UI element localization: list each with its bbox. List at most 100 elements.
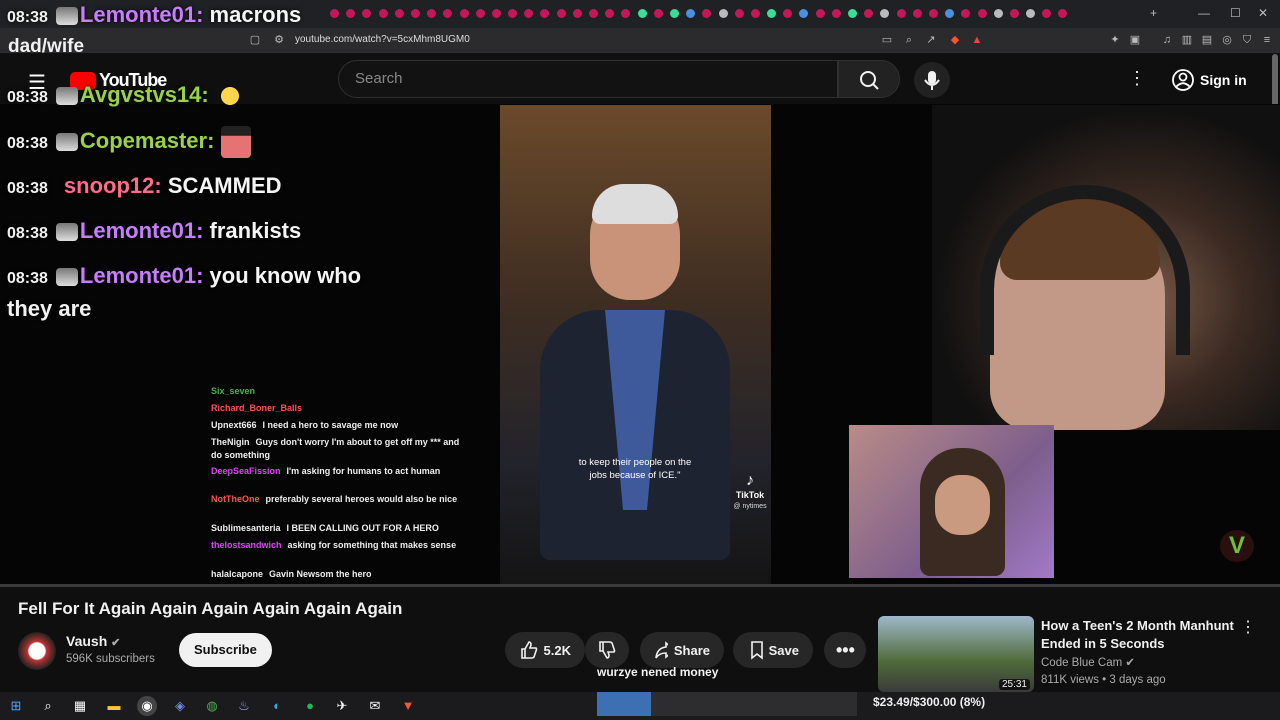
subscribe-button[interactable]: Subscribe — [179, 633, 272, 667]
tab-favicon-icon[interactable] — [540, 9, 550, 18]
tab-favicon-icon[interactable] — [799, 9, 809, 18]
maximize-icon[interactable]: ☐ — [1230, 6, 1241, 20]
obs-icon[interactable]: ◉ — [137, 696, 157, 716]
tab-favicon-icon[interactable] — [783, 9, 793, 18]
tab-favicon-icon[interactable] — [378, 9, 388, 18]
tab-favicon-icon[interactable] — [669, 9, 679, 18]
recommended-title[interactable]: How a Teen's 2 Month Manhunt Ended in 5 … — [1041, 617, 1236, 653]
share-button[interactable]: Share — [640, 632, 724, 668]
tab-favicon-icon[interactable] — [491, 9, 501, 18]
tab-favicon-icon[interactable] — [589, 9, 598, 18]
tab-favicon-icon[interactable] — [508, 9, 518, 18]
discord-icon[interactable]: ◈ — [170, 696, 190, 716]
tab-favicon-icon[interactable] — [1026, 9, 1036, 18]
windows-start-icon[interactable]: ⊞ — [6, 696, 26, 716]
tab-favicon-icon[interactable] — [427, 9, 437, 18]
tab-favicon-icon[interactable] — [815, 9, 825, 18]
share-page-icon[interactable]: ↗ — [924, 33, 938, 47]
recommended-more-icon[interactable]: ⋮ — [1240, 617, 1256, 637]
chat-timestamp: 08:38 — [7, 134, 48, 152]
close-icon[interactable]: ✕ — [1258, 6, 1268, 20]
more-actions-button[interactable]: ••• — [824, 632, 866, 668]
save-button[interactable]: Save — [733, 632, 813, 668]
task-view-icon[interactable]: ▦ — [70, 696, 90, 716]
tab-favicon-icon[interactable] — [912, 9, 922, 18]
minimize-icon[interactable]: — — [1198, 6, 1210, 20]
tab-favicon-icon[interactable] — [831, 9, 841, 18]
chrome-icon[interactable]: ◍ — [202, 696, 222, 716]
menu-icon[interactable]: ≡ — [1260, 33, 1274, 47]
file-explorer-icon[interactable]: ▬ — [104, 696, 124, 716]
zoom-icon[interactable]: ⌕ — [902, 33, 916, 47]
tab-favicon-icon[interactable] — [410, 9, 420, 18]
tab-favicon-icon[interactable] — [896, 9, 906, 18]
tab-favicon-icon[interactable] — [605, 9, 615, 18]
tab-favicon-icon[interactable] — [880, 9, 890, 18]
tab-favicon-icon[interactable] — [734, 9, 744, 18]
tab-favicon-icon[interactable] — [686, 9, 696, 18]
tab-favicon-icon[interactable] — [993, 9, 1003, 18]
tab-favicon-icon[interactable] — [524, 9, 534, 18]
shield-icon[interactable]: ⛉ — [1240, 33, 1254, 47]
tab-favicon-icon[interactable] — [864, 9, 874, 18]
tab-favicons[interactable] — [330, 9, 1068, 18]
edge-icon[interactable]: ◐ — [267, 696, 287, 716]
tab-favicon-icon[interactable] — [1058, 9, 1068, 18]
tab-favicon-icon[interactable] — [961, 9, 971, 18]
tab-favicon-icon[interactable] — [653, 9, 663, 18]
wallet-icon-2[interactable]: ▤ — [1200, 33, 1214, 47]
video-progress-bar[interactable] — [0, 584, 1280, 587]
tab-favicon-icon[interactable] — [459, 9, 469, 18]
rewards-icon[interactable]: ▲ — [970, 33, 984, 47]
voice-search-button[interactable] — [914, 62, 950, 98]
dislike-button[interactable] — [585, 632, 629, 668]
tab-favicon-icon[interactable] — [621, 9, 631, 18]
recommended-channel[interactable]: Code Blue Cam ✔ — [1041, 655, 1135, 669]
wallet-icon[interactable]: ▣ — [1128, 33, 1142, 47]
steam-icon[interactable]: ♨ — [234, 696, 254, 716]
chat-username: NotTheOne — [211, 494, 260, 504]
tab-favicon-icon[interactable] — [750, 9, 760, 18]
url-field[interactable]: youtube.com/watch?v=5cxMhm8UGM0 — [295, 34, 470, 45]
app-icon-generic-2[interactable]: ✉ — [365, 696, 385, 716]
tab-favicon-icon[interactable] — [475, 9, 485, 18]
tab-favicon-icon[interactable] — [556, 9, 566, 18]
tab-favicon-icon[interactable] — [1042, 9, 1052, 18]
spotify-icon[interactable]: ● — [300, 696, 320, 716]
tab-favicon-icon[interactable] — [443, 9, 453, 18]
tab-favicon-icon[interactable] — [702, 9, 712, 18]
tab-favicon-icon[interactable] — [394, 9, 404, 18]
tab-favicon-icon[interactable] — [1009, 9, 1019, 18]
channel-avatar[interactable] — [18, 632, 56, 670]
cast-icon[interactable]: ▭ — [880, 33, 894, 47]
channel-name[interactable]: Vaush ✔ — [66, 633, 120, 649]
taskbar-search-icon[interactable]: ⌕ — [38, 696, 58, 716]
tab-favicon-icon[interactable] — [362, 9, 372, 18]
vpn-icon[interactable]: ◎ — [1220, 33, 1234, 47]
tab-favicon-icon[interactable] — [977, 9, 987, 18]
extensions-icon[interactable]: ✦ — [1108, 33, 1122, 47]
search-input[interactable]: Search — [338, 60, 838, 98]
tab-favicon-icon[interactable] — [848, 9, 857, 18]
tab-favicon-icon[interactable] — [572, 9, 582, 18]
site-info-icon[interactable]: ⚙ — [272, 33, 286, 47]
app-icon-generic[interactable]: ✈ — [332, 696, 352, 716]
bookmark-icon[interactable]: ▢ — [248, 33, 262, 47]
sign-in-button[interactable]: Sign in — [1162, 64, 1257, 96]
recommended-thumbnail[interactable]: 25:31 — [878, 616, 1034, 692]
tab-favicon-icon[interactable] — [928, 9, 938, 18]
tab-favicon-icon[interactable] — [346, 9, 356, 18]
sidebar-icon[interactable]: ▥ — [1180, 33, 1194, 47]
media-icon[interactable]: ♫ — [1160, 33, 1174, 47]
new-tab-icon[interactable]: + — [1150, 6, 1157, 20]
tab-favicon-icon[interactable] — [718, 9, 728, 18]
tab-favicon-icon[interactable] — [330, 9, 339, 18]
brave-shield-icon[interactable]: ◆ — [948, 33, 962, 47]
tab-favicon-icon[interactable] — [637, 9, 647, 18]
tab-favicon-icon[interactable] — [945, 9, 955, 18]
tab-favicon-icon[interactable] — [767, 9, 777, 18]
settings-kebab-icon[interactable]: ⋮ — [1128, 68, 1146, 89]
like-button[interactable]: 5.2K — [505, 632, 585, 668]
brave-icon[interactable]: ▼ — [398, 696, 418, 716]
search-button[interactable] — [838, 60, 900, 98]
